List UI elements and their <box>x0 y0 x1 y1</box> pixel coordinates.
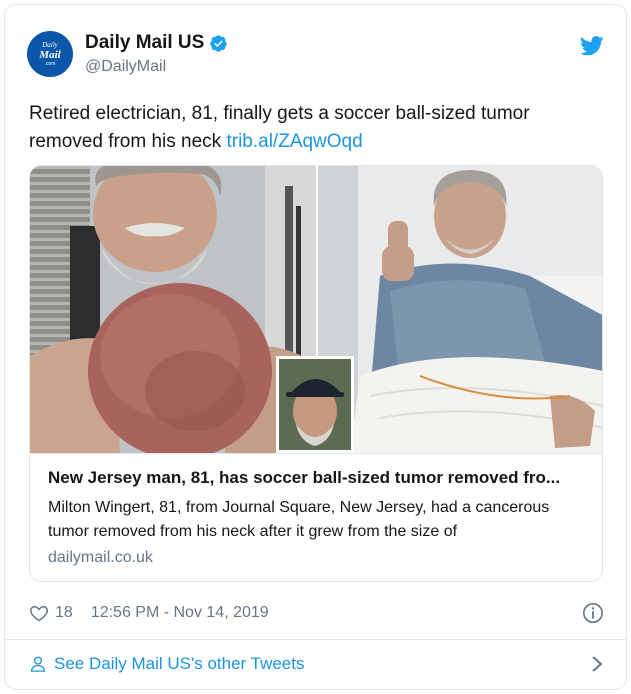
twitter-bird-icon[interactable] <box>580 36 604 56</box>
chevron-right-icon <box>592 656 603 672</box>
tweet-meta: 18 12:56 PM - Nov 14, 2019 <box>29 601 604 625</box>
footer-divider <box>5 639 626 640</box>
author-handle[interactable]: @DailyMail <box>85 58 228 76</box>
avatar-text-top: Daily <box>42 40 58 49</box>
author-name-link[interactable]: Daily Mail US <box>85 32 228 54</box>
link-card[interactable]: New Jersey man, 81, has soccer ball-size… <box>29 165 603 582</box>
info-icon[interactable] <box>582 602 604 624</box>
tweet-header: Daily Mail .com Daily Mail US @DailyMail <box>27 28 604 80</box>
author-info: Daily Mail US @DailyMail <box>85 32 228 76</box>
avatar[interactable]: Daily Mail .com <box>27 31 73 77</box>
tweet-text: Retired electrician, 81, finally gets a … <box>29 100 604 156</box>
other-tweets-link[interactable]: See Daily Mail US's other Tweets <box>29 648 604 680</box>
person-icon <box>30 656 46 672</box>
like-count[interactable]: 18 <box>55 604 73 622</box>
avatar-text-main: Mail <box>39 48 61 61</box>
card-description: Milton Wingert, 81, from Journal Square,… <box>48 499 550 540</box>
other-tweets-label: See Daily Mail US's other Tweets <box>54 654 305 673</box>
verified-badge-icon <box>210 34 228 52</box>
avatar-text-bottom: .com <box>44 60 56 67</box>
card-title: New Jersey man, 81, has soccer ball-size… <box>48 468 561 487</box>
heart-icon[interactable] <box>29 603 49 623</box>
display-name: Daily Mail US <box>85 32 205 53</box>
card-photo-collage <box>30 166 602 453</box>
tweet-link[interactable]: trib.al/ZAqwOqd <box>226 131 362 152</box>
card-body: New Jersey man, 81, has soccer ball-size… <box>30 453 602 581</box>
card-image[interactable] <box>30 166 602 453</box>
card-domain: dailymail.co.uk <box>48 549 153 566</box>
tweet-embed: Daily Mail .com Daily Mail US @DailyMail… <box>4 4 627 690</box>
timestamp[interactable]: 12:56 PM - Nov 14, 2019 <box>91 604 269 622</box>
